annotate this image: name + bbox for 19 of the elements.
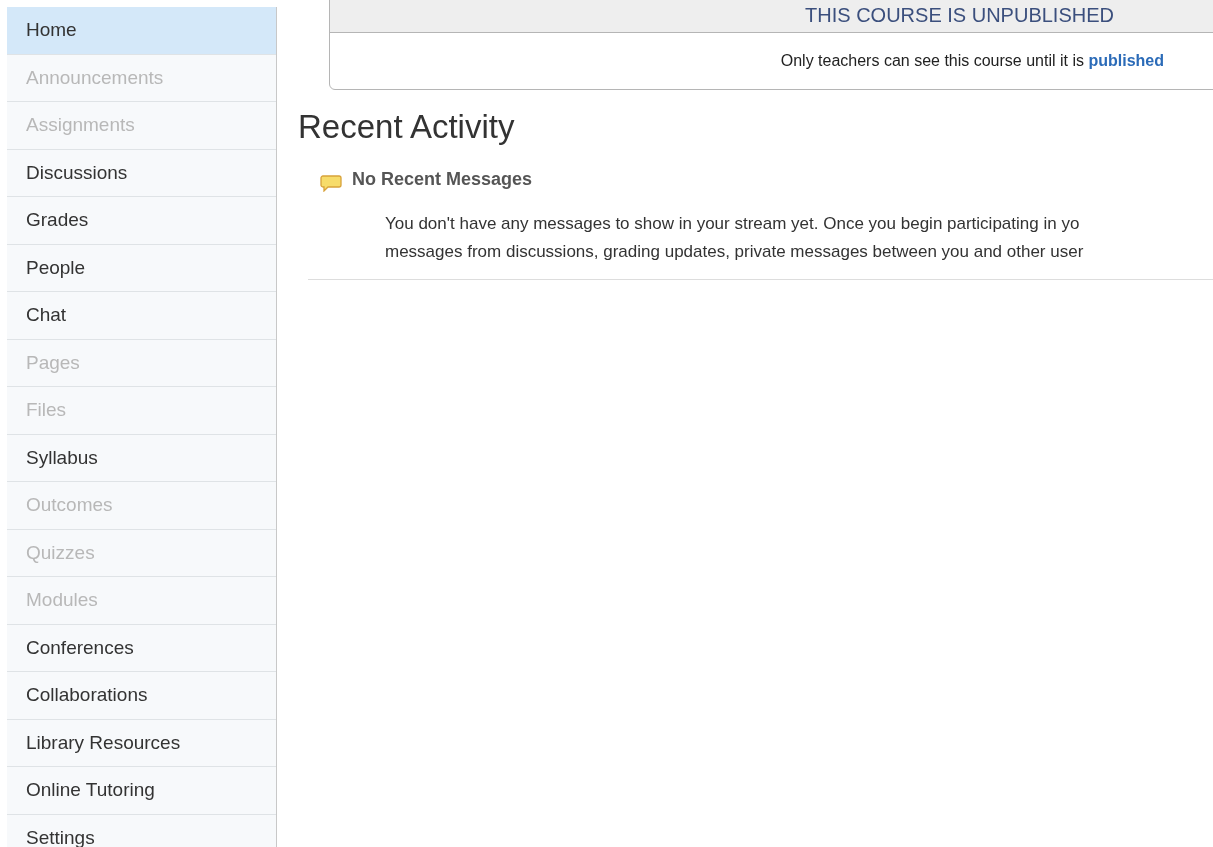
stream-text: messages from discussions, grading updates, private messages between you and other user — [385, 241, 1085, 263]
sidebar-item[interactable]: Online Tutoring — [7, 767, 276, 815]
sidebar-item[interactable]: Grades — [7, 197, 276, 245]
sidebar-item[interactable]: Chat — [7, 292, 276, 340]
page-heading: Recent Activity — [298, 108, 516, 146]
stream-text: You don't have any messages to show in your stream yet. Once you begin participating in yo — [385, 213, 1081, 235]
sidebar-item[interactable]: Home — [7, 7, 276, 55]
sidebar-item[interactable]: Settings — [7, 814, 276, 847]
publish-link[interactable]: published — [1088, 52, 1164, 69]
banner-title: THIS COURSE IS UNPUBLISHED — [330, 0, 1213, 33]
sidebar-item[interactable]: Conferences — [7, 624, 276, 672]
sidebar-item[interactable]: Library Resources — [7, 719, 276, 767]
sidebar-item[interactable]: Discussions — [7, 149, 276, 197]
stream-title: No Recent Messages — [352, 168, 533, 190]
message-icon — [320, 174, 342, 192]
sidebar-item[interactable]: Syllabus — [7, 434, 276, 482]
banner-message: Only teachers can see this course until it is published — [780, 52, 1164, 70]
sidebar-item[interactable]: Collaborations — [7, 672, 276, 720]
sidebar-item[interactable]: People — [7, 244, 276, 292]
